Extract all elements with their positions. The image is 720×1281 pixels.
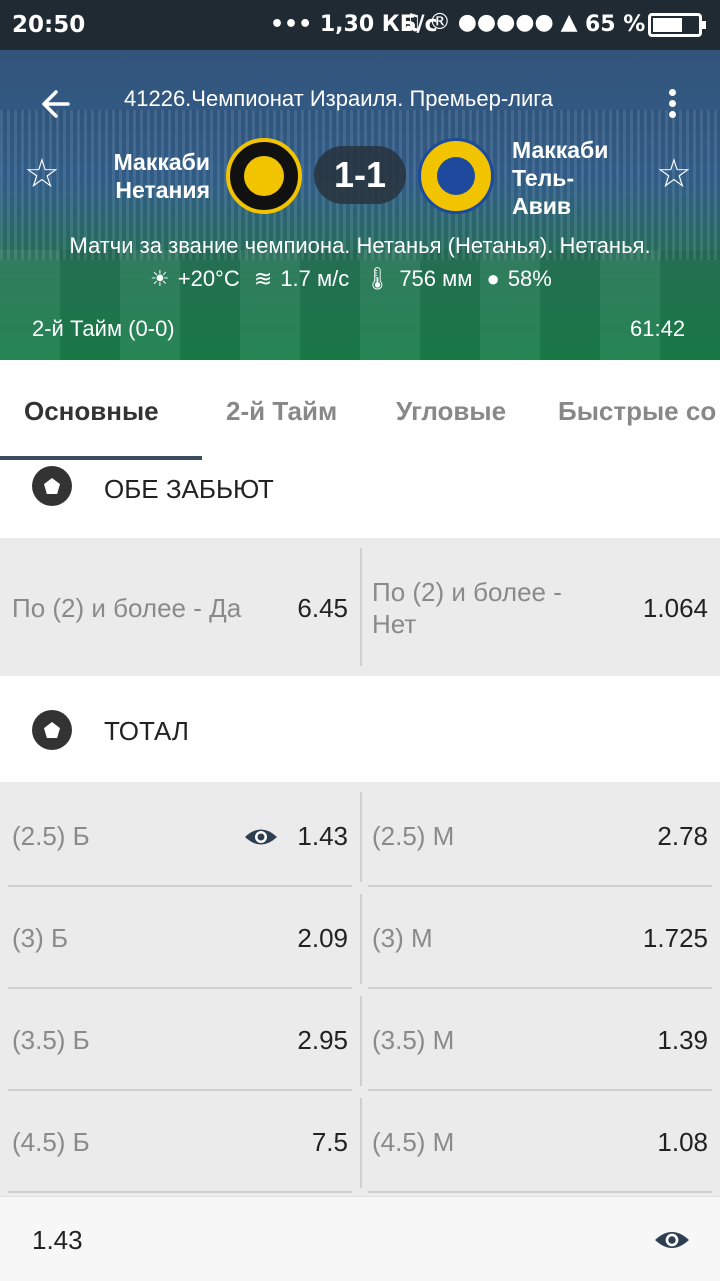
total-odds: (2.5) Б 1.43 (2.5) М 2.78 (3) Б 2.09 (3)…: [0, 782, 720, 1196]
odds-label: (3) М: [372, 923, 433, 953]
market-tabs: Основные 2-й Тайм Угловые Быстрые со: [0, 360, 720, 460]
odds-label: (3.5) Б: [12, 1025, 90, 1055]
wind-icon: ≋: [253, 266, 273, 291]
odds-value: 2.78: [657, 820, 708, 851]
home-team-name: Маккаби Нетания: [113, 149, 210, 203]
eye-icon[interactable]: [654, 1228, 690, 1252]
section-header-both-score[interactable]: ОБЕ ЗАБЬЮТ: [0, 460, 720, 538]
home-team-logo: [226, 138, 302, 214]
odds-cell[interactable]: (3.5) М 1.39: [360, 990, 720, 1090]
league-title: 41226.Чемпионат Израиля. Премьер-лига: [124, 86, 554, 111]
sun-icon: ☀: [150, 266, 170, 291]
tab-second-half[interactable]: 2-й Тайм: [226, 396, 337, 427]
odds-label: (4.5) Б: [12, 1127, 90, 1157]
match-score: 1-1: [314, 146, 406, 204]
favorite-home-star-icon[interactable]: ☆: [24, 154, 60, 194]
match-header: 41226.Чемпионат Израиля. Премьер-лига ☆ …: [0, 50, 720, 360]
tab-fast-events[interactable]: Быстрые со: [558, 396, 716, 427]
football-icon: [32, 466, 72, 506]
status-icons: ♫ ® ●●●●● ▲: [402, 10, 578, 35]
odds-cell[interactable]: (3.5) Б 2.95: [0, 990, 360, 1090]
football-icon: [32, 710, 72, 750]
odds-value: 1.39: [657, 1024, 708, 1055]
battery-percent: 65 %: [585, 12, 646, 37]
thermometer-icon: 🌡: [363, 266, 392, 291]
match-venue: Матчи за звание чемпиона. Нетанья (Нетан…: [69, 233, 651, 258]
humidity: 58%: [507, 266, 552, 291]
odds-cell[interactable]: (2.5) Б 1.43: [0, 786, 360, 886]
eye-icon: [245, 829, 277, 845]
match-timer: 61:42: [630, 316, 686, 341]
section-title: ОБЕ ЗАБЬЮТ: [104, 474, 274, 504]
back-arrow-icon[interactable]: [36, 86, 80, 126]
more-menu-icon[interactable]: [660, 86, 684, 126]
odds-value: 1.064: [642, 592, 708, 623]
odds-value: 1.725: [642, 922, 708, 953]
odds-label: (4.5) М: [372, 1127, 455, 1157]
odds-cell[interactable]: (3) М 1.725: [360, 888, 720, 988]
temperature: +20°C: [177, 266, 240, 291]
status-time: 20:50: [12, 12, 86, 38]
tab-corners[interactable]: Угловые: [396, 396, 506, 427]
section-header-total[interactable]: ТОТАЛ: [0, 676, 720, 782]
odds-value: 2.95: [297, 1024, 348, 1055]
odds-cell[interactable]: По (2) и более - Нет 1.064: [360, 558, 720, 658]
match-period: 2-й Тайм (0-0): [32, 316, 175, 341]
wind-speed: 1.7 м/с: [280, 266, 350, 291]
status-bar: 20:50 ••• 1,30 КБ/с ♫ ® ●●●●● ▲ 65 %: [0, 0, 720, 50]
away-team-name: Маккаби Тель-Авив: [512, 137, 609, 219]
odds-cell[interactable]: (4.5) М 1.08: [360, 1092, 720, 1192]
odds-cell[interactable]: (3) Б 2.09: [0, 888, 360, 988]
pressure: 756 мм: [399, 266, 473, 291]
section-title: ТОТАЛ: [104, 716, 189, 746]
odds-cell[interactable]: (2.5) М 2.78: [360, 786, 720, 886]
odds-cell[interactable]: (4.5) Б 7.5: [0, 1092, 360, 1192]
battery-icon: [648, 13, 706, 37]
odds-label: (3) Б: [12, 923, 69, 953]
bet-slip-value: 1.43: [32, 1225, 83, 1255]
odds-value: 7.5: [311, 1126, 348, 1157]
odds-label: (2.5) М: [372, 821, 455, 851]
odds-label: По (2) и более - Да: [12, 593, 242, 623]
odds-value: 6.45: [297, 592, 348, 623]
drop-icon: ●: [486, 266, 500, 291]
odds-label: По (2) и более - Нет: [372, 577, 562, 639]
weather-info: ☀ +20°C ≋ 1.7 м/с 🌡 756 мм ● 58%: [150, 266, 560, 292]
away-team-logo: [418, 138, 494, 214]
odds-label: (2.5) Б: [12, 821, 90, 851]
odds-cell[interactable]: По (2) и более - Да 6.45: [0, 558, 360, 658]
odds-value: 1.08: [657, 1126, 708, 1157]
odds-value: 1.43: [297, 820, 348, 851]
odds-value: 2.09: [297, 922, 348, 953]
bet-slip-bar[interactable]: 1.43: [0, 1196, 720, 1281]
favorite-away-star-icon[interactable]: ☆: [656, 154, 692, 194]
both-score-odds: По (2) и более - Да 6.45 По (2) и более …: [0, 538, 720, 676]
tab-main[interactable]: Основные: [24, 396, 159, 427]
odds-label: (3.5) М: [372, 1025, 455, 1055]
